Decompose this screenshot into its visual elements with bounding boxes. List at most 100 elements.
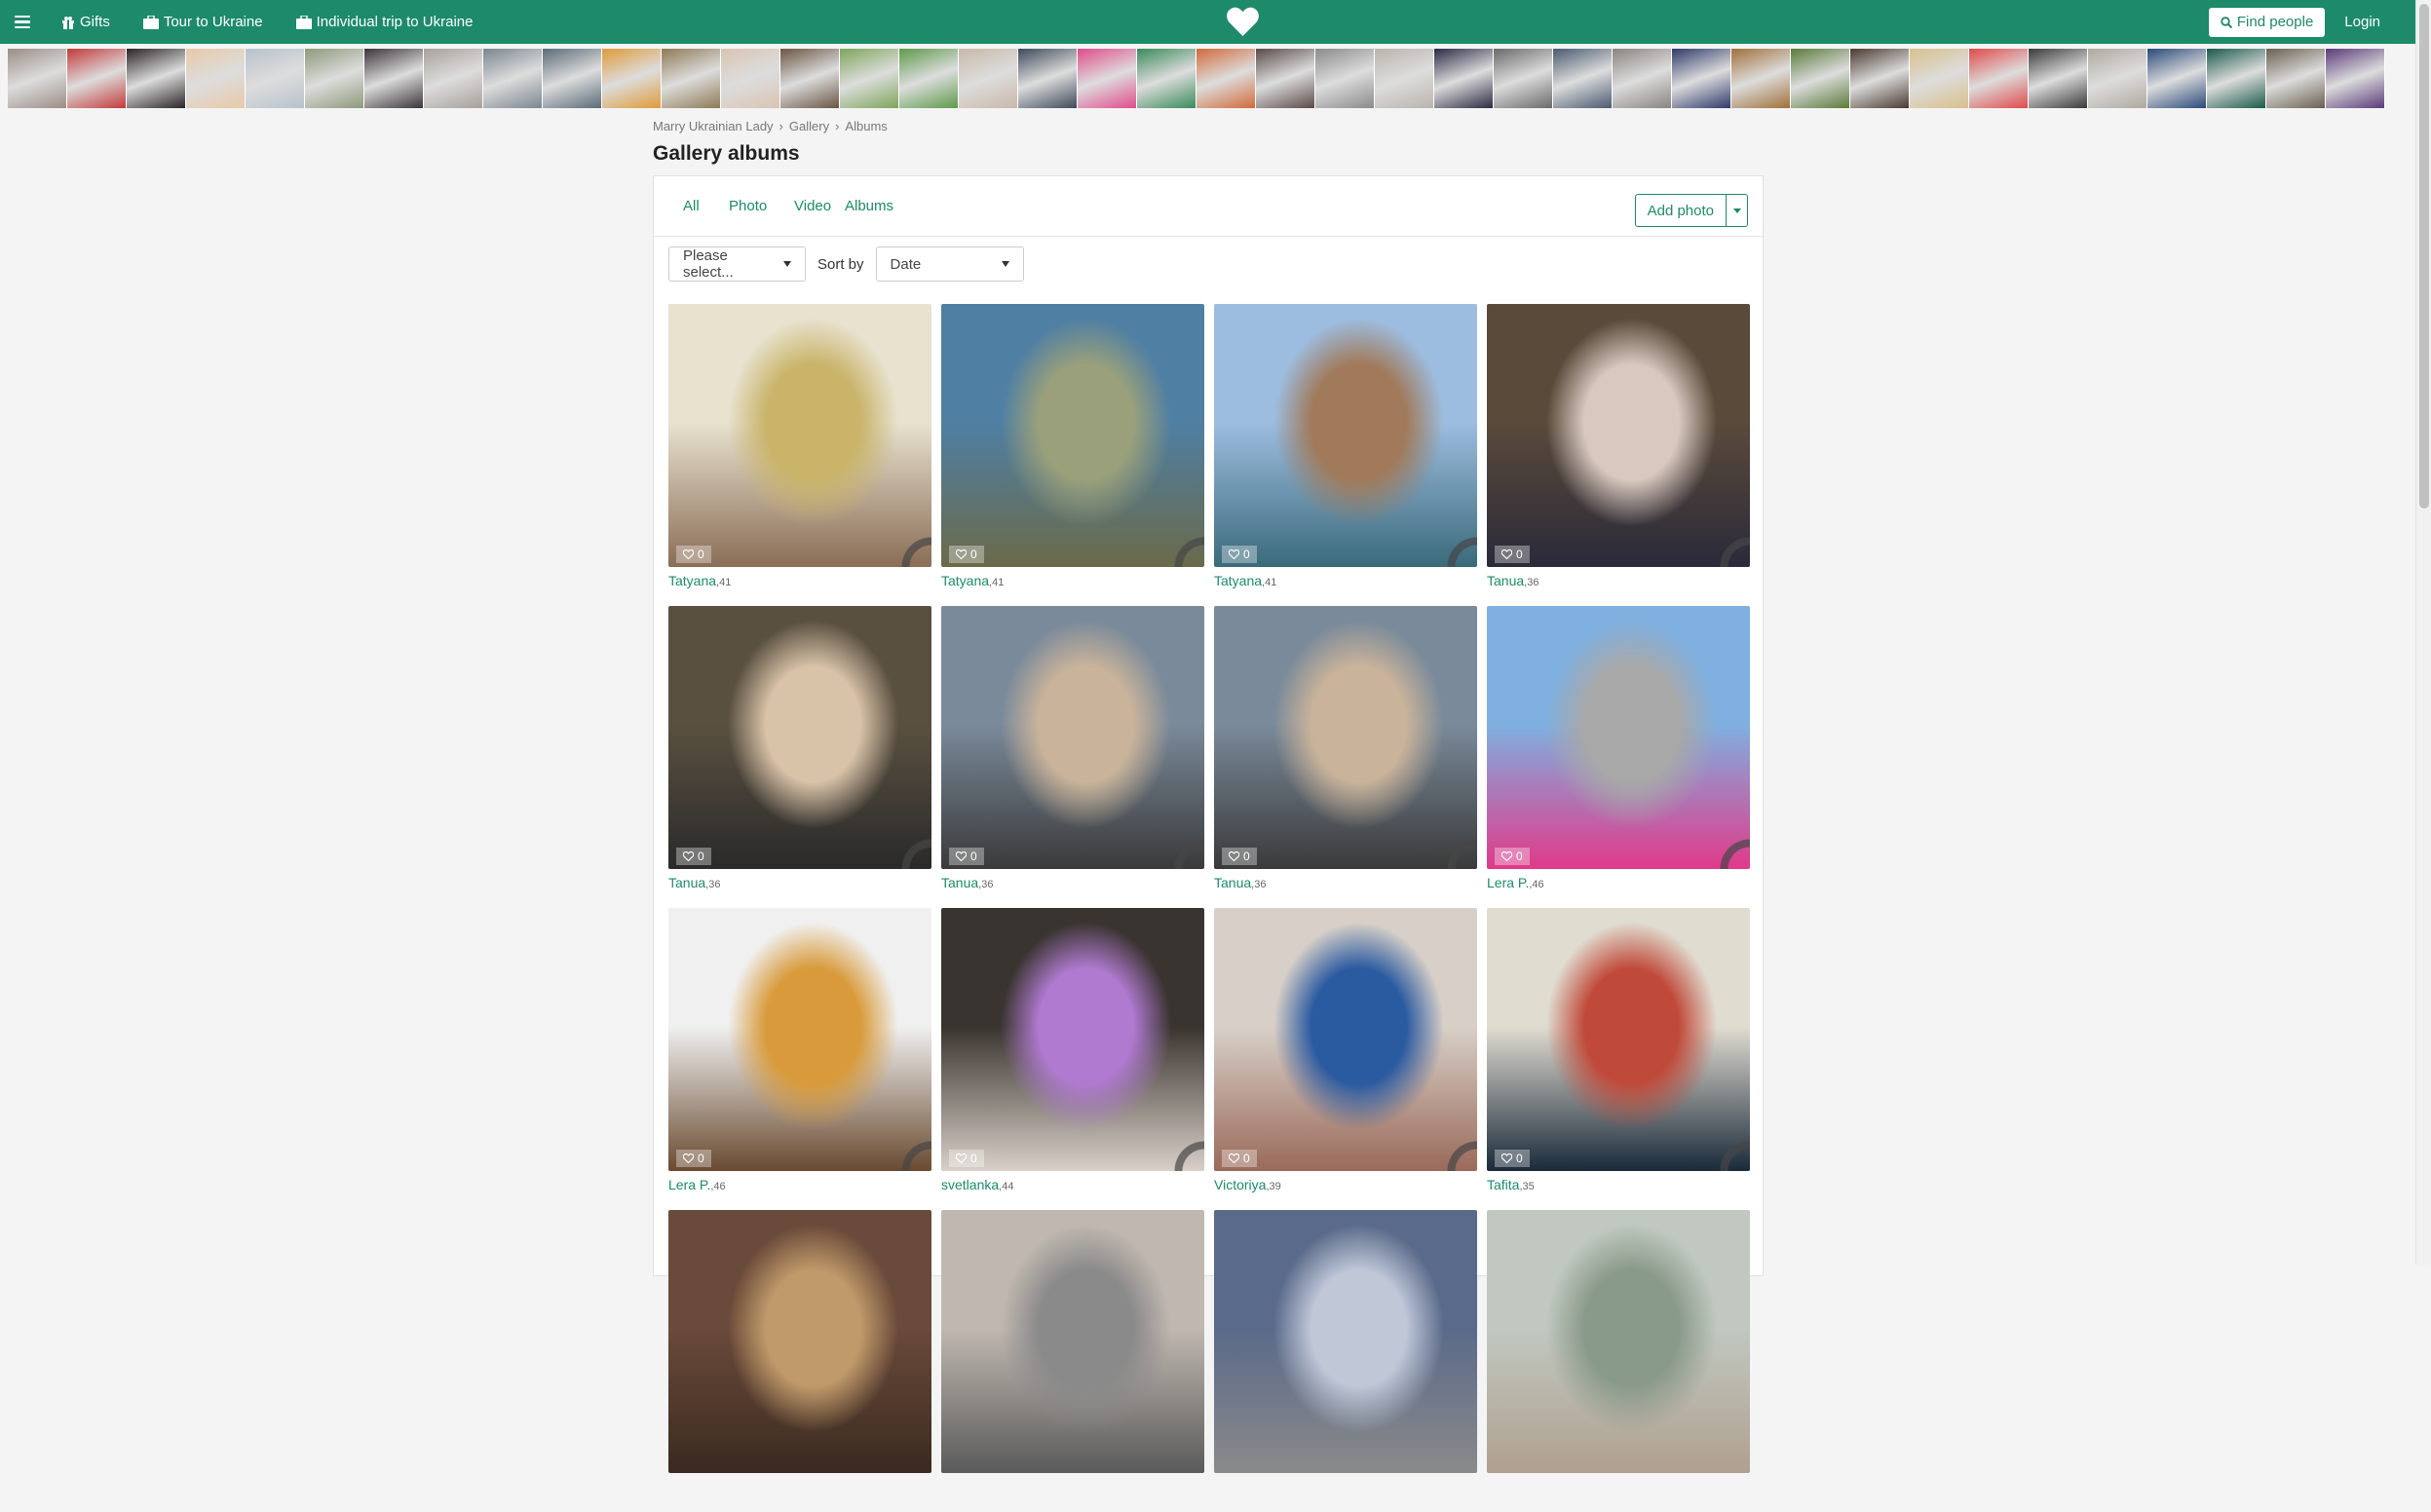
album-photo[interactable]: 0 [1214,304,1477,567]
member-thumbnail[interactable] [1494,49,1553,108]
owner-name-link[interactable]: Tanua [668,875,705,890]
album-card[interactable]: 0 Tatyana,41 [941,304,1204,606]
album-photo[interactable] [1487,1210,1750,1473]
owner-name-link[interactable]: Tanua [1214,875,1251,890]
member-thumbnail[interactable] [2326,49,2385,108]
album-card[interactable]: 0 svetlanka,44 [941,908,1204,1210]
like-counter[interactable]: 0 [676,1150,711,1167]
member-thumbnail[interactable] [662,49,721,108]
sort-select[interactable]: Date [875,246,1024,282]
album-select[interactable]: Please select... [668,246,806,282]
album-photo[interactable]: 0 [668,908,931,1171]
menu-icon[interactable] [0,0,45,44]
album-card[interactable]: 0 Victoriya,39 [1214,908,1477,1210]
album-photo[interactable]: 0 [941,304,1204,567]
album-card[interactable]: 0 Tanua,36 [1487,304,1750,606]
owner-name-link[interactable]: Victoriya [1214,1177,1266,1192]
album-photo[interactable]: 0 [668,606,931,869]
add-photo-dropdown-toggle[interactable] [1727,194,1748,227]
album-photo[interactable] [941,1210,1204,1473]
owner-name-link[interactable]: Tanua [1487,573,1524,588]
album-card[interactable] [1487,1210,1750,1512]
owner-name-link[interactable]: Tatyana [668,573,716,588]
owner-name-link[interactable]: Tatyana [941,573,989,588]
member-thumbnail[interactable] [721,49,780,108]
album-card[interactable]: 0 Lera P.,46 [1487,606,1750,908]
album-card[interactable]: 0 Tanua,36 [668,606,931,908]
member-thumbnail[interactable] [2266,49,2326,108]
member-thumbnail[interactable] [1078,49,1137,108]
album-card[interactable]: 0 Tatyana,41 [1214,304,1477,606]
nav-trip-link[interactable]: Individual trip to Ukraine [280,0,490,44]
member-thumbnail[interactable] [1553,49,1613,108]
member-thumbnail[interactable] [305,49,364,108]
breadcrumb-gallery[interactable]: Gallery [789,119,829,133]
like-counter[interactable]: 0 [949,848,984,865]
like-counter[interactable]: 0 [676,546,711,563]
member-thumbnail[interactable] [1850,49,1910,108]
member-thumbnail[interactable] [1256,49,1315,108]
member-thumbnail[interactable] [1672,49,1731,108]
member-thumbnail[interactable] [127,49,186,108]
album-card[interactable]: 0 Tatyana,41 [668,304,931,606]
album-photo[interactable]: 0 [1487,606,1750,869]
owner-name-link[interactable]: svetlanka [941,1177,999,1192]
member-thumbnail[interactable] [246,49,305,108]
tab-all[interactable]: All [683,198,700,214]
scrollbar-thumb[interactable] [2419,4,2429,509]
album-photo[interactable]: 0 [668,304,931,567]
member-thumbnail[interactable] [899,49,959,108]
member-thumbnail[interactable] [959,49,1018,108]
member-thumbnail[interactable] [1197,49,1256,108]
member-thumbnail[interactable] [483,49,543,108]
owner-name-link[interactable]: Lera P. [668,1177,710,1192]
heart-logo-icon[interactable] [1227,7,1259,36]
member-thumbnail[interactable] [840,49,899,108]
like-counter[interactable]: 0 [1222,1150,1257,1167]
album-card[interactable] [941,1210,1204,1512]
album-photo[interactable]: 0 [941,606,1204,869]
nav-tour-link[interactable]: Tour to Ukraine [127,0,280,44]
like-counter[interactable]: 0 [1495,848,1530,865]
member-thumbnail[interactable] [1375,49,1434,108]
album-photo[interactable]: 0 [941,908,1204,1171]
album-card[interactable] [1214,1210,1477,1512]
like-counter[interactable]: 0 [949,1150,984,1167]
album-photo[interactable]: 0 [1214,606,1477,869]
member-thumbnail[interactable] [364,49,424,108]
like-counter[interactable]: 0 [1495,1150,1530,1167]
page-scrollbar[interactable] [2415,0,2431,1265]
album-card[interactable] [668,1210,931,1512]
member-thumbnail[interactable] [67,49,127,108]
member-thumbnail[interactable] [8,49,67,108]
member-thumbnail[interactable] [1137,49,1197,108]
login-link[interactable]: Login [2344,14,2380,30]
album-photo[interactable]: 0 [1487,908,1750,1171]
like-counter[interactable]: 0 [1495,546,1530,563]
member-thumbnail[interactable] [1018,49,1078,108]
album-card[interactable]: 0 Tanua,36 [1214,606,1477,908]
member-thumbnail[interactable] [780,49,840,108]
like-counter[interactable]: 0 [676,848,711,865]
member-thumbnail[interactable] [2029,49,2088,108]
tab-albums[interactable]: Albums [845,198,893,214]
album-card[interactable]: 0 Lera P.,46 [668,908,931,1210]
member-thumbnail[interactable] [1434,49,1494,108]
owner-name-link[interactable]: Tatyana [1214,573,1262,588]
member-thumbnail[interactable] [424,49,483,108]
find-people-button[interactable]: Find people [2208,7,2326,37]
member-thumbnail[interactable] [1910,49,1969,108]
member-thumbnail[interactable] [543,49,602,108]
member-thumbnail[interactable] [1315,49,1375,108]
member-thumbnail[interactable] [2088,49,2147,108]
member-thumbnail[interactable] [2147,49,2207,108]
member-thumbnail[interactable] [1731,49,1791,108]
album-photo[interactable] [1214,1210,1477,1473]
owner-name-link[interactable]: Tafita [1487,1177,1519,1192]
album-photo[interactable] [668,1210,931,1473]
album-card[interactable]: 0 Tanua,36 [941,606,1204,908]
like-counter[interactable]: 0 [1222,546,1257,563]
owner-name-link[interactable]: Lera P. [1487,875,1529,890]
member-thumbnail[interactable] [2207,49,2266,108]
like-counter[interactable]: 0 [949,546,984,563]
